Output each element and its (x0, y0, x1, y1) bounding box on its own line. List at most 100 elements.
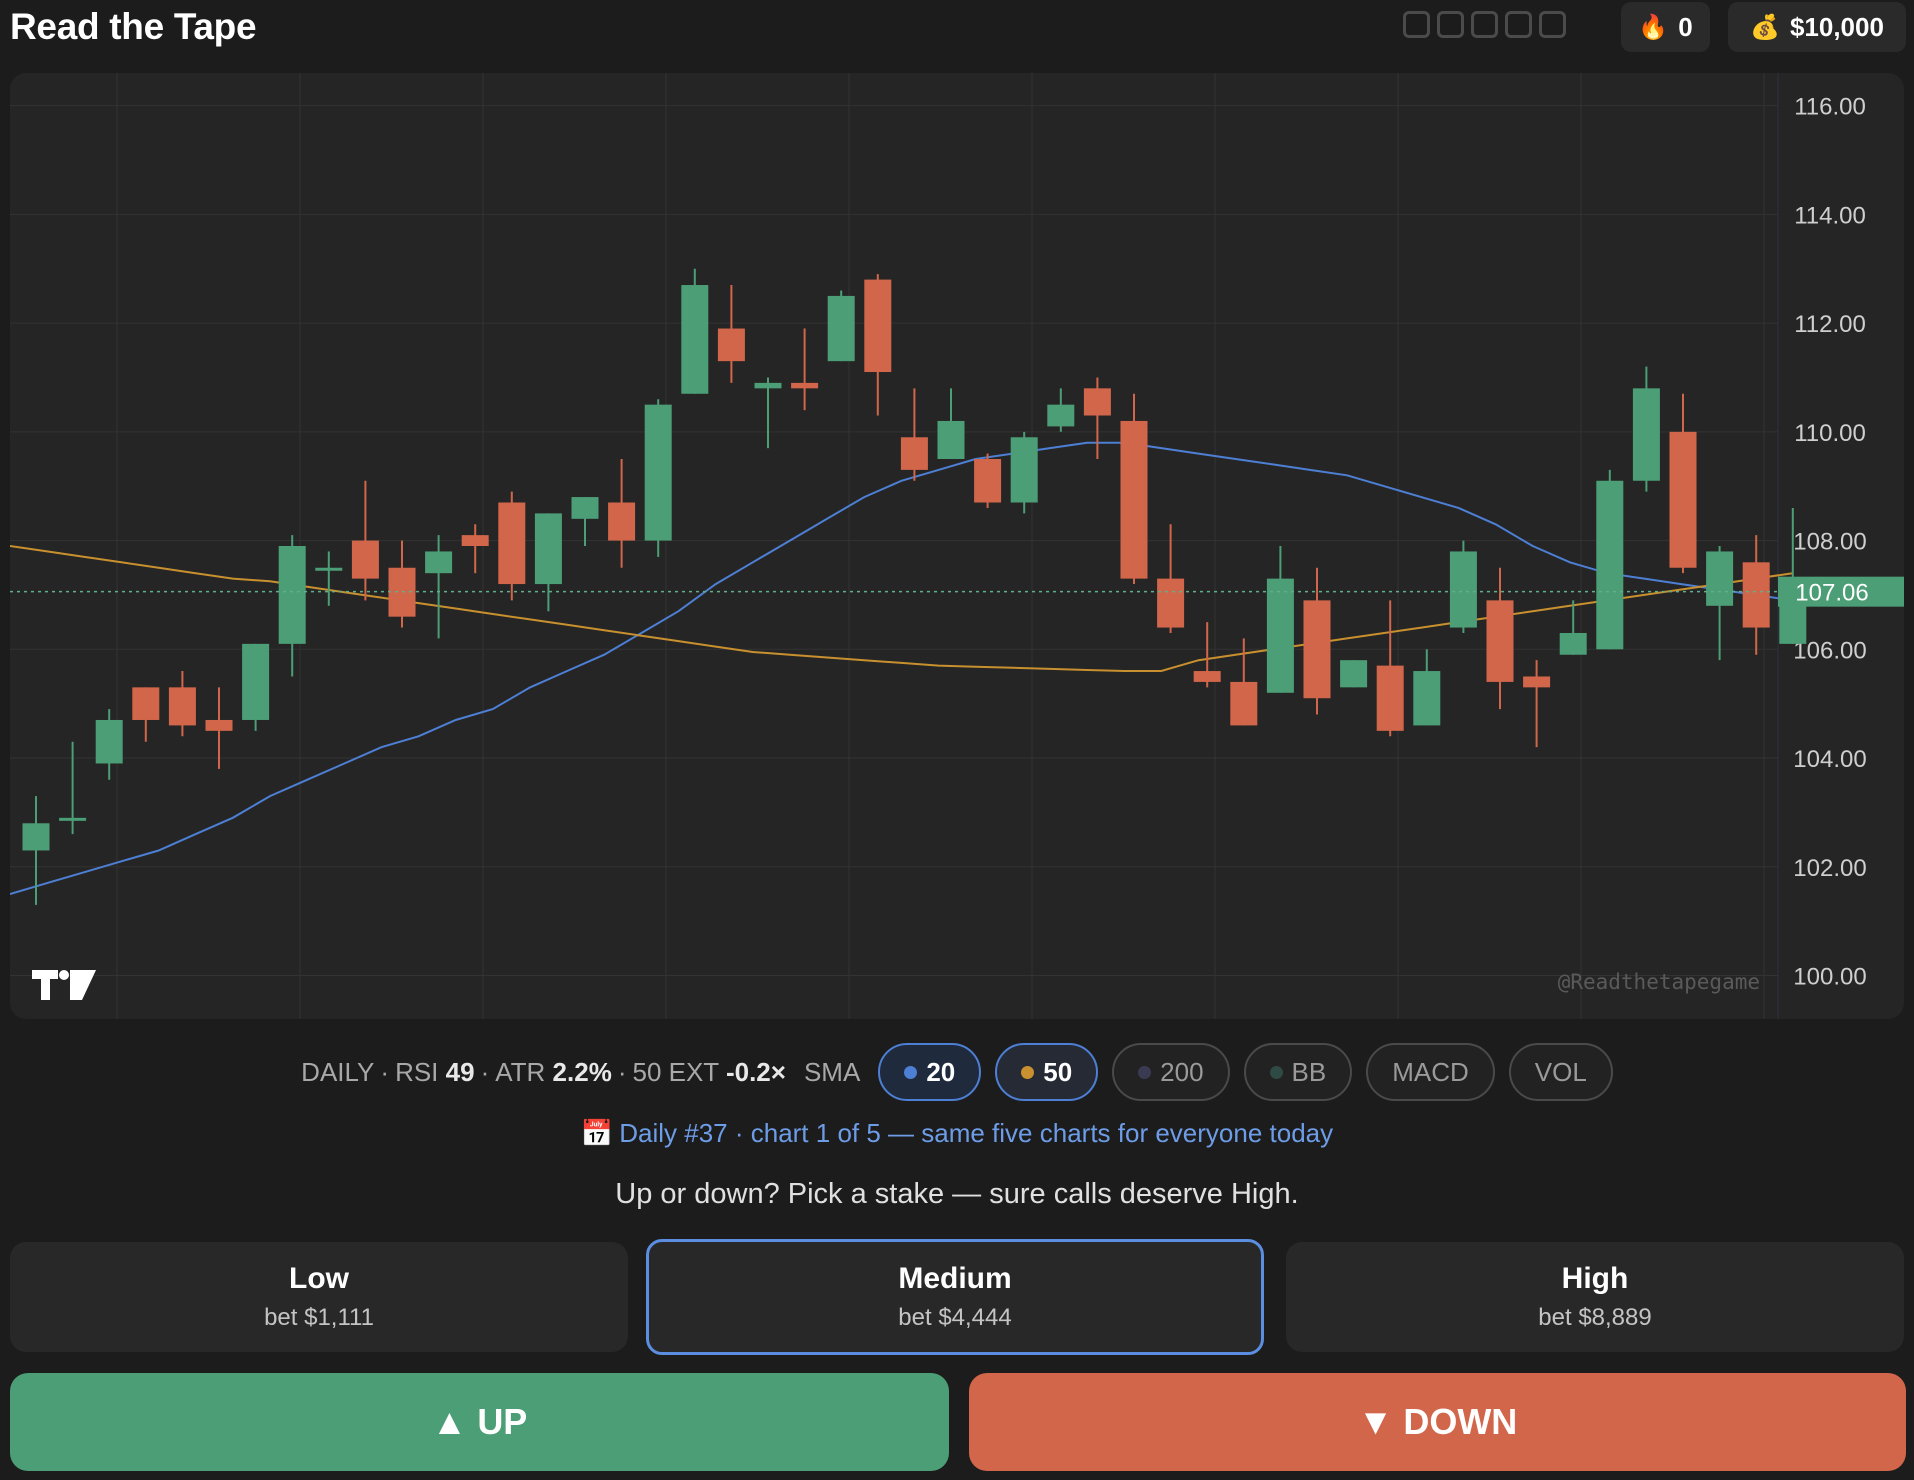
candle-up (827, 295, 855, 362)
candle-down (900, 437, 928, 470)
candle-up (95, 719, 123, 764)
sma-20-line (10, 441, 1793, 895)
progress-slot-1 (1403, 11, 1430, 38)
triangle-up-icon: ▲ (431, 1401, 468, 1442)
candle-down (1486, 600, 1514, 682)
toggle-vol[interactable]: VOL (1508, 1043, 1613, 1101)
y-axis-tick-label: 116.00 (1794, 94, 1866, 121)
toggle-sma-20[interactable]: 20 (878, 1043, 982, 1101)
candle-up (1449, 551, 1477, 628)
streak-counter: 🔥 0 (1621, 2, 1710, 52)
y-axis-tick-label: 108.00 (1793, 529, 1866, 556)
daily-info: 📅 Daily #37 · chart 1 of 5 — same five ch… (0, 1118, 1914, 1149)
indicator-stats: DAILY · RSI 49 · ATR 2.2% · 50 EXT -0.2× (301, 1056, 786, 1087)
candle-up (1047, 404, 1075, 427)
toggle-bb[interactable]: BB (1243, 1043, 1353, 1101)
candle-up (1632, 388, 1660, 481)
stake-high-button[interactable]: High bet $8,889 (1286, 1242, 1904, 1352)
candle-up (315, 567, 343, 571)
app-title: Read the Tape (10, 6, 257, 47)
candle-down (132, 687, 160, 720)
ext-value: -0.2× (725, 1056, 786, 1087)
sma-50-line (10, 545, 1793, 672)
timeframe-label: DAILY (301, 1056, 375, 1087)
candle-up (1413, 671, 1441, 726)
candle-down (1523, 676, 1551, 688)
toggle-sma-50-label: 50 (1043, 1056, 1073, 1087)
candle-up (1010, 437, 1038, 503)
atr-value: 2.2% (552, 1056, 612, 1087)
triangle-down-icon: ▼ (1357, 1401, 1394, 1442)
candle-up (937, 420, 965, 460)
candle-up (681, 285, 709, 394)
toggle-vol-label: VOL (1534, 1056, 1587, 1087)
stake-low-bet: bet $1,111 (264, 1304, 374, 1331)
progress-slot-5 (1539, 11, 1566, 38)
toggle-bb-label: BB (1291, 1056, 1327, 1087)
candle-up (425, 551, 453, 574)
candle-up (644, 404, 672, 541)
candle-down (1157, 578, 1185, 628)
candle-up (1559, 632, 1587, 655)
stake-low-button[interactable]: Low bet $1,111 (10, 1242, 628, 1352)
rsi-value: 49 (445, 1056, 475, 1087)
sma-200-dot-icon (1138, 1065, 1152, 1079)
stake-high-name: High (1561, 1262, 1629, 1295)
calendar-icon: 📅 (580, 1118, 614, 1148)
candle-up (571, 497, 599, 519)
tradingview-logo-icon (32, 970, 96, 1000)
bb-dot-icon (1269, 1065, 1283, 1079)
candle-up (278, 546, 306, 644)
price-chart[interactable]: 116.00 114.00 112.00 110.00 108.00 106.00 104.… (10, 73, 1904, 1019)
candle-down (1230, 681, 1258, 726)
header: Read the Tape 🔥 0 💰 $10,000 (0, 0, 1914, 60)
rsi-label: RSI (395, 1056, 439, 1087)
candle-down (1120, 420, 1148, 579)
candle-down (608, 502, 636, 541)
indicator-bar: DAILY · RSI 49 · ATR 2.2% · 50 EXT -0.2× SMA 2… (0, 1040, 1914, 1104)
candle-up (1596, 480, 1624, 650)
candle-down (791, 382, 819, 389)
candlestick-chart-svg[interactable]: 116.00114.00112.00110.00108.00106.00104.… (10, 73, 1904, 1019)
bankroll-value: $10,000 (1789, 11, 1884, 42)
sma-label: SMA (803, 1056, 861, 1087)
candle-down (1376, 665, 1404, 731)
progress-slot-2 (1437, 11, 1464, 38)
fire-icon: 🔥 (1638, 13, 1669, 41)
candle-up (59, 817, 87, 821)
stake-medium-name: Medium (898, 1262, 1012, 1295)
toggle-macd-label: MACD (1392, 1056, 1469, 1087)
progress-slot-3 (1471, 11, 1498, 38)
toggle-macd[interactable]: MACD (1366, 1043, 1495, 1101)
sma-50-dot-icon (1021, 1065, 1035, 1079)
progress-slot-4 (1505, 11, 1532, 38)
y-axis-tick-label: 112.00 (1794, 311, 1866, 338)
stake-medium-button[interactable]: Medium bet $4,444 (646, 1239, 1264, 1355)
candle-down (864, 279, 892, 373)
ext-label: 50 EXT (632, 1056, 719, 1087)
candle-down (717, 328, 745, 362)
y-axis-tick-label: 114.00 (1794, 202, 1866, 229)
candle-up (1706, 551, 1734, 606)
stake-medium-bet: bet $4,444 (898, 1304, 1012, 1331)
chart-watermark: @Readthetapegame (1558, 970, 1760, 994)
streak-value: 0 (1678, 11, 1693, 42)
candle-down (205, 719, 233, 731)
candle-up (754, 382, 782, 389)
toggle-sma-200[interactable]: 200 (1112, 1043, 1230, 1101)
down-button[interactable]: ▼ DOWN (969, 1373, 1906, 1471)
sma-20-dot-icon (904, 1065, 918, 1079)
candle-up (1266, 578, 1294, 693)
up-button[interactable]: ▲ UP (10, 1373, 949, 1471)
toggle-sma-20-label: 20 (926, 1056, 956, 1087)
toggle-sma-50[interactable]: 50 (995, 1043, 1099, 1101)
candle-down (351, 540, 379, 579)
atr-label: ATR (495, 1056, 546, 1087)
toggle-sma-200-label: 200 (1160, 1056, 1204, 1087)
current-price-label: 107.06 (1795, 580, 1868, 607)
chart-progress-indicator (1403, 11, 1566, 38)
candle-up (534, 513, 562, 585)
down-button-label: DOWN (1403, 1401, 1518, 1442)
y-axis-tick-label: 104.00 (1793, 746, 1866, 773)
candle-down (1742, 562, 1770, 628)
